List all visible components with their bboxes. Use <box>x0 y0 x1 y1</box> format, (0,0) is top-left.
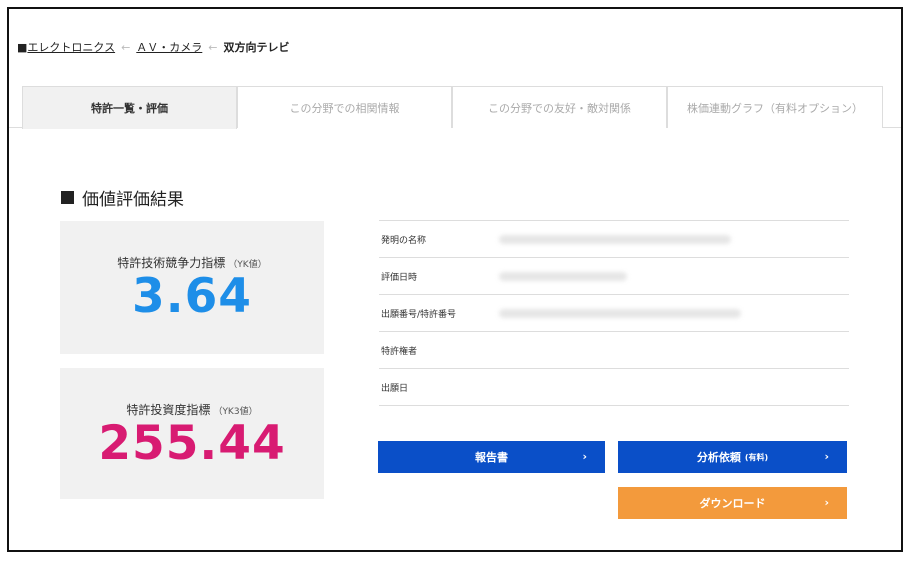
section-title: 価値評価結果 <box>61 185 184 210</box>
page-frame: ■ エレクトロニクス ← ＡＶ・カメラ ← 双方向テレビ 特許一覧・評価 この分… <box>7 7 903 552</box>
investment-score-card: 特許投資度指標 （YK3値） 255.44 <box>60 368 324 499</box>
redacted-value <box>499 234 731 244</box>
tab-bar: 特許一覧・評価 この分野での相関情報 この分野での友好・敵対関係 株価連動グラフ… <box>9 86 901 129</box>
breadcrumb-prefix: ■ <box>17 40 28 54</box>
breadcrumb-link-av-camera[interactable]: ＡＶ・カメラ <box>136 39 202 55</box>
investment-value: 255.44 <box>98 416 286 471</box>
breadcrumb-current: 双方向テレビ <box>223 41 290 54</box>
info-label: 特許権者 <box>381 346 418 357</box>
chevron-right-icon: › <box>824 496 829 509</box>
competitiveness-value: 3.64 <box>132 269 252 324</box>
chevron-right-icon: › <box>824 450 829 463</box>
redacted-value <box>499 308 741 318</box>
analysis-request-button[interactable]: 分析依頼 (有料) › <box>618 441 847 473</box>
tab-stock-graph[interactable]: 株価連動グラフ（有料オプション） <box>667 86 883 128</box>
info-row-evaluation-date: 評価日時 <box>379 258 849 295</box>
redacted-value <box>499 271 627 281</box>
info-label: 出願番号/特許番号 <box>381 309 457 320</box>
tab-patent-list[interactable]: 特許一覧・評価 <box>22 86 237 129</box>
breadcrumb-link-electronics[interactable]: エレクトロニクス <box>27 39 115 55</box>
info-label: 評価日時 <box>381 272 418 283</box>
tab-correlation[interactable]: この分野での相関情報 <box>237 86 452 128</box>
analysis-button-label: 分析依頼 <box>696 451 741 464</box>
info-row-application-number: 出願番号/特許番号 <box>379 295 849 332</box>
section-title-text: 価値評価結果 <box>82 190 184 210</box>
competitiveness-score-card: 特許技術競争力指標 （YK値） 3.64 <box>60 221 324 354</box>
tab-relationships[interactable]: この分野での友好・敵対関係 <box>452 86 667 128</box>
info-row-filing-date: 出願日 <box>379 369 849 406</box>
breadcrumb-separator: ← <box>208 40 218 54</box>
analysis-button-sub: (有料) <box>744 452 769 462</box>
report-button-label: 報告書 <box>475 451 508 464</box>
info-label: 出願日 <box>381 383 409 394</box>
info-row-invention-name: 発明の名称 <box>379 221 849 258</box>
chevron-right-icon: › <box>582 450 587 463</box>
patent-info-table: 発明の名称 評価日時 出願番号/特許番号 特許権者 出願日 <box>379 220 849 406</box>
breadcrumb-separator: ← <box>121 40 131 54</box>
report-button[interactable]: 報告書 › <box>378 441 605 473</box>
investment-label-text: 特許投資度指標 <box>126 403 211 417</box>
download-button-label: ダウンロード <box>699 497 766 510</box>
competitiveness-label-text: 特許技術競争力指標 <box>117 256 226 270</box>
info-row-patentee: 特許権者 <box>379 332 849 369</box>
info-label: 発明の名称 <box>381 235 427 246</box>
breadcrumb: ■ エレクトロニクス ← ＡＶ・カメラ ← 双方向テレビ <box>17 39 290 55</box>
download-button[interactable]: ダウンロード › <box>618 487 847 519</box>
square-bullet-icon <box>61 191 74 204</box>
